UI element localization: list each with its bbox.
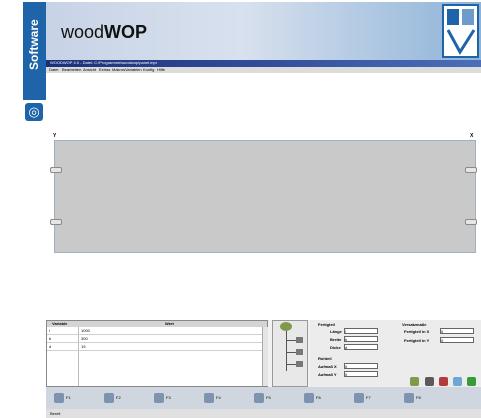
form-section-title: Versatzmaße — [402, 322, 427, 327]
variable-table-header — [47, 321, 267, 327]
tree-line — [286, 331, 287, 371]
f5-button[interactable]: F5 — [250, 389, 298, 407]
f1-button[interactable]: F1 — [50, 389, 98, 407]
f6-icon — [304, 393, 314, 403]
field-label-width: Breite — [330, 337, 342, 342]
workpiece-tool-icon[interactable] — [410, 377, 419, 386]
tree-branch — [287, 352, 296, 353]
column-header-variable[interactable]: Variable — [52, 321, 67, 327]
row-divider — [47, 350, 267, 351]
f3-button[interactable]: F3 — [150, 389, 198, 407]
f4-button[interactable]: F4 — [200, 389, 248, 407]
corner-label-top-right: X — [470, 133, 474, 139]
width-field[interactable]: b — [344, 336, 378, 342]
tree-branch — [287, 340, 296, 341]
f2-button[interactable]: F2 — [100, 389, 148, 407]
offset-x-field[interactable]: 0 — [440, 328, 474, 334]
thickness-field[interactable]: d — [344, 344, 378, 350]
table-cell-value[interactable]: 19 — [81, 344, 85, 349]
form-section-title: Fertigteil — [318, 322, 335, 327]
clamp-marker-left-1[interactable] — [50, 167, 62, 173]
status-bar: Bereit — [46, 409, 481, 418]
status-text: Bereit — [50, 411, 61, 416]
corner-label-top-left: Y — [53, 133, 57, 139]
clamp-marker-left-2[interactable] — [50, 219, 62, 225]
f5-label: F5 — [266, 395, 271, 400]
f8-button[interactable]: F8 — [400, 389, 448, 407]
disc-icon: ◎ — [25, 103, 43, 121]
product-title-light: wood — [61, 22, 105, 42]
f3-label: F3 — [166, 395, 171, 400]
f4-icon — [204, 393, 214, 403]
column-divider — [78, 327, 79, 386]
tree-node-icon[interactable] — [296, 337, 303, 343]
f6-button[interactable]: F6 — [300, 389, 348, 407]
row-divider — [47, 334, 267, 335]
form-section-title: Rohteil — [318, 356, 332, 361]
field-label-allowance-y: Aufmaß Y — [318, 372, 337, 377]
tree-node-icon[interactable] — [296, 349, 303, 355]
field-label-allowance-x: Aufmaß X — [318, 364, 337, 369]
table-cell-name[interactable]: d — [49, 344, 51, 349]
side-label: Software — [27, 19, 41, 71]
add-tool-icon[interactable] — [467, 377, 476, 386]
variable-table — [46, 320, 268, 387]
f7-button[interactable]: F7 — [350, 389, 398, 407]
row-divider — [47, 342, 267, 343]
f1-label: F1 — [66, 395, 71, 400]
check-tool-icon[interactable] — [453, 377, 462, 386]
tree-branch — [287, 364, 296, 365]
f2-icon — [104, 393, 114, 403]
field-label-offset-x: Fertigteil in X — [404, 329, 430, 334]
f8-icon — [404, 393, 414, 403]
column-header-wert[interactable]: Wert — [165, 321, 174, 327]
allowance-x-field[interactable]: 0 — [344, 363, 378, 369]
tree-node-icon[interactable] — [296, 361, 303, 367]
field-label-offset-y: Fertigteil in Y — [404, 338, 430, 343]
table-cell-name[interactable]: b — [49, 336, 51, 341]
table-cell-value[interactable]: 1000 — [81, 328, 90, 333]
product-title: woodWOP — [61, 22, 147, 43]
clamp-marker-right-1[interactable] — [465, 167, 477, 173]
f6-label: F6 — [316, 395, 321, 400]
clamp-marker-right-2[interactable] — [465, 219, 477, 225]
brand-logo — [442, 4, 479, 58]
field-label-thickness: Dicke — [330, 345, 341, 350]
f7-label: F7 — [366, 395, 371, 400]
f7-icon — [354, 393, 364, 403]
allowance-y-field[interactable]: 0 — [344, 371, 378, 377]
f1-icon — [54, 393, 64, 403]
field-label-length: Länge — [330, 329, 342, 334]
length-field[interactable]: l — [344, 328, 378, 334]
f4-label: F4 — [216, 395, 221, 400]
f3-icon — [154, 393, 164, 403]
table-cell-name[interactable]: l — [49, 328, 50, 333]
f8-label: F8 — [416, 395, 421, 400]
table-scrollbar[interactable] — [262, 327, 268, 386]
delete-tool-icon[interactable] — [439, 377, 448, 386]
offset-y-field[interactable]: 0 — [440, 337, 474, 343]
product-title-bold: WOP — [104, 22, 148, 42]
drill-tool-icon[interactable] — [425, 377, 434, 386]
workpiece-icon[interactable] — [280, 322, 292, 331]
app-title: WOODWOP 4.0 - Datei: C:\Programme\woodwo… — [50, 60, 158, 65]
table-cell-value[interactable]: 300 — [81, 336, 88, 341]
brand-logo-mark — [446, 9, 476, 55]
workpiece-panel[interactable] — [54, 140, 476, 253]
f5-icon — [254, 393, 264, 403]
f2-label: F2 — [116, 395, 121, 400]
